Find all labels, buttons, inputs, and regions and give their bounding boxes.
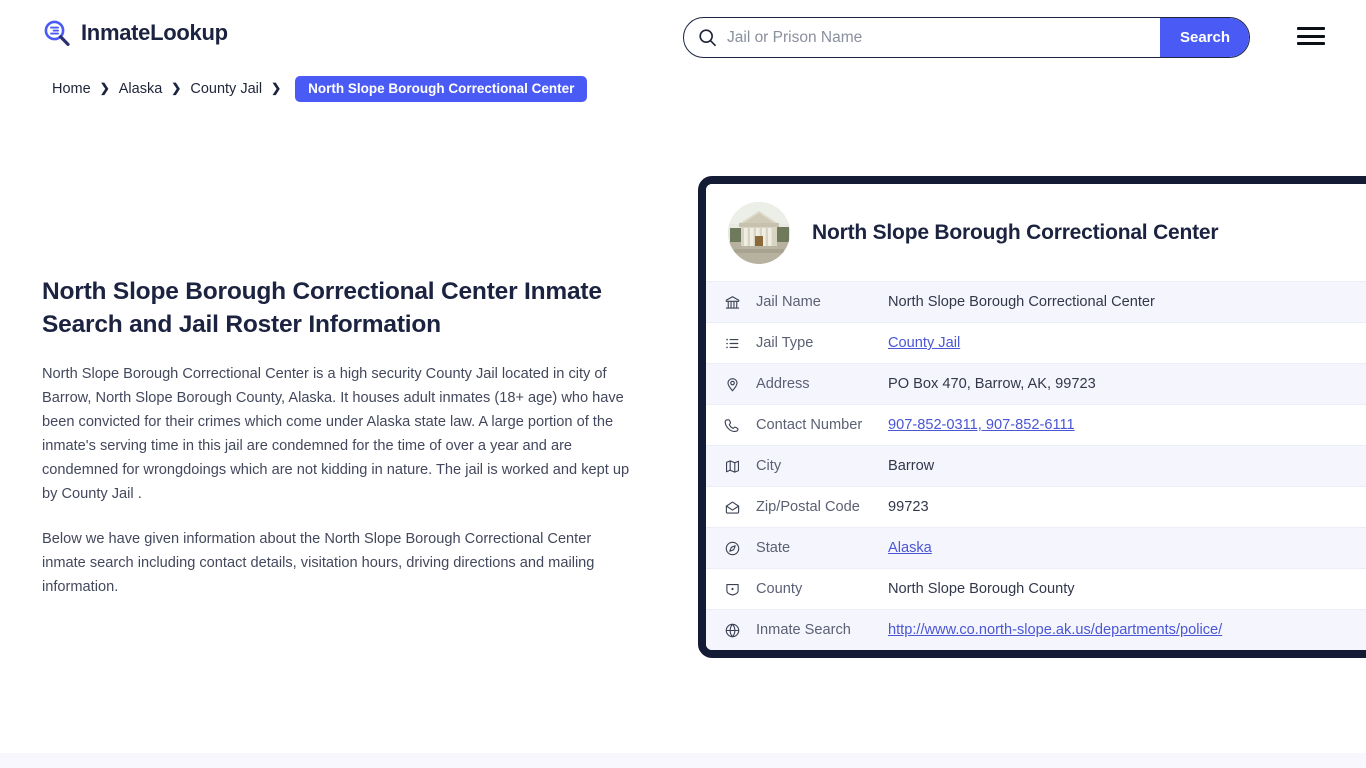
state-link[interactable]: Alaska bbox=[888, 540, 932, 556]
jail-card-title: North Slope Borough Correctional Center bbox=[812, 221, 1219, 244]
table-row: Contact Number 907-852-0311, 907-852-611… bbox=[706, 404, 1366, 445]
map-folded-icon bbox=[724, 458, 741, 475]
search-bar[interactable]: Search bbox=[683, 17, 1250, 58]
breadcrumb-current-page: North Slope Borough Correctional Center bbox=[295, 76, 588, 102]
page-title: North Slope Borough Correctional Center … bbox=[42, 278, 602, 338]
jail-type-link[interactable]: County Jail bbox=[888, 335, 960, 351]
mail-open-icon bbox=[724, 499, 741, 516]
map-pin-icon bbox=[724, 376, 741, 393]
breadcrumb: Home ❯ Alaska ❯ County Jail ❯ North Slop… bbox=[52, 76, 588, 102]
article-content: North Slope Borough Correctional Center … bbox=[42, 276, 642, 599]
row-label: County bbox=[756, 581, 803, 597]
row-label: Contact Number bbox=[756, 417, 863, 433]
phone-icon bbox=[724, 417, 741, 434]
row-value: 907-852-0311, 907-852-6111 bbox=[888, 417, 1075, 433]
courthouse-building-photo bbox=[728, 202, 790, 264]
list-icon bbox=[724, 335, 741, 352]
row-label: Jail Name bbox=[756, 294, 821, 310]
breadcrumb-item-county-jail[interactable]: County Jail bbox=[190, 81, 262, 97]
brand-logo-link[interactable]: InmateLookup bbox=[42, 18, 228, 48]
row-value: http://www.co.north-slope.ak.us/departme… bbox=[888, 622, 1222, 638]
table-row: Inmate Search http://www.co.north-slope.… bbox=[706, 609, 1366, 650]
county-shield-icon bbox=[724, 581, 741, 598]
table-row: Jail Name North Slope Borough Correction… bbox=[706, 281, 1366, 322]
table-row: City Barrow bbox=[706, 445, 1366, 486]
row-label: City bbox=[756, 458, 782, 474]
jail-details-table: Jail Name North Slope Borough Correction… bbox=[706, 281, 1366, 650]
contact-number-link[interactable]: 907-852-0311, 907-852-6111 bbox=[888, 417, 1075, 433]
search-icon bbox=[698, 28, 717, 47]
row-value: 99723 bbox=[888, 499, 929, 515]
hamburger-line bbox=[1297, 34, 1325, 38]
row-value: County Jail bbox=[888, 335, 960, 351]
jail-card-header: North Slope Borough Correctional Center bbox=[706, 184, 1366, 281]
table-row: Address PO Box 470, Barrow, AK, 99723 bbox=[706, 363, 1366, 404]
row-label: Inmate Search bbox=[756, 622, 851, 638]
search-input[interactable] bbox=[717, 18, 1160, 57]
page-bottom-strip bbox=[0, 753, 1366, 768]
globe-compass-icon bbox=[724, 540, 741, 557]
row-value: Alaska bbox=[888, 540, 932, 556]
hamburger-menu-icon[interactable] bbox=[1297, 25, 1327, 47]
chevron-right-icon: ❯ bbox=[99, 81, 110, 95]
brand-name: InmateLookup bbox=[81, 20, 228, 45]
globe-icon bbox=[724, 622, 741, 639]
row-label: State bbox=[756, 540, 791, 556]
jail-info-card: North Slope Borough Correctional Center … bbox=[698, 176, 1366, 658]
row-label: Address bbox=[756, 376, 810, 392]
table-row: Zip/Postal Code 99723 bbox=[706, 486, 1366, 527]
breadcrumb-item-home[interactable]: Home bbox=[52, 81, 91, 97]
intro-paragraph-1: North Slope Borough Correctional Center … bbox=[42, 366, 630, 502]
breadcrumb-item-alaska[interactable]: Alaska bbox=[119, 81, 163, 97]
table-row: County North Slope Borough County bbox=[706, 568, 1366, 609]
table-row: Jail Type County Jail bbox=[706, 322, 1366, 363]
row-value: North Slope Borough Correctional Center bbox=[888, 294, 1155, 310]
intro-paragraph-2: Below we have given information about th… bbox=[42, 530, 595, 595]
hamburger-line bbox=[1297, 27, 1325, 30]
row-value: Barrow bbox=[888, 458, 935, 474]
search-button[interactable]: Search bbox=[1160, 18, 1249, 57]
row-value: North Slope Borough County bbox=[888, 581, 1075, 597]
inmate-search-link[interactable]: http://www.co.north-slope.ak.us/departme… bbox=[888, 622, 1222, 638]
bank-building-icon bbox=[724, 294, 741, 311]
magnifier-list-icon bbox=[42, 18, 72, 48]
row-value: PO Box 470, Barrow, AK, 99723 bbox=[888, 376, 1096, 392]
row-label: Jail Type bbox=[756, 335, 814, 351]
hamburger-line bbox=[1297, 42, 1325, 45]
row-label: Zip/Postal Code bbox=[756, 499, 860, 515]
site-header: InmateLookup Search bbox=[0, 0, 1366, 72]
table-row: State Alaska bbox=[706, 527, 1366, 568]
chevron-right-icon: ❯ bbox=[271, 81, 282, 95]
chevron-right-icon: ❯ bbox=[171, 81, 182, 95]
